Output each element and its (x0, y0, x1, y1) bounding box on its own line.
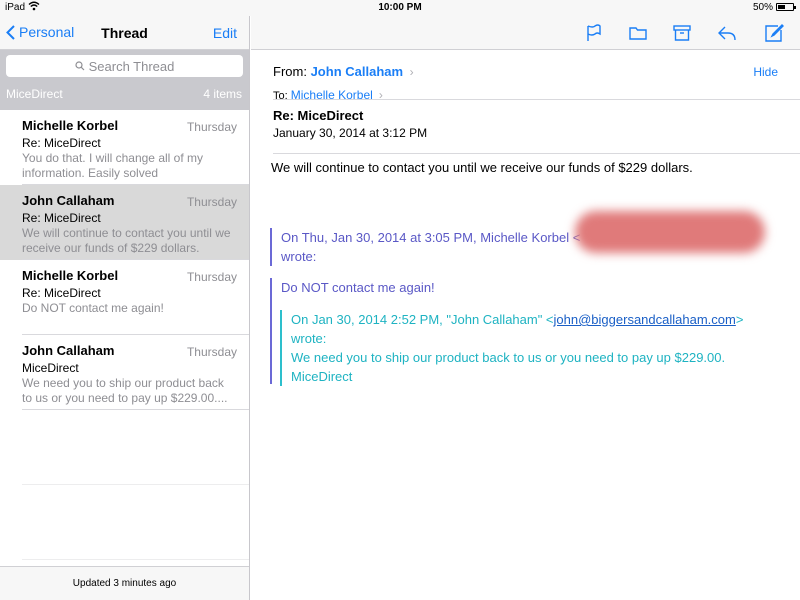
update-status-text: Updated 3 minutes ago (72, 578, 177, 589)
search-bar: Search Thread (0, 50, 249, 78)
empty-row (22, 410, 249, 485)
quote-signature: MiceDirect (291, 369, 353, 384)
empty-row (22, 485, 249, 560)
message-toolbar (251, 16, 800, 50)
subject-block: Re: MiceDirect January 30, 2014 at 3:12 … (273, 100, 800, 154)
message-subject-title: Re: MiceDirect (273, 108, 364, 123)
section-label: MiceDirect (6, 87, 63, 101)
archive-button[interactable] (672, 23, 692, 43)
email-address-link[interactable]: john@biggersandcallaham.com (554, 312, 736, 327)
hide-button[interactable]: Hide (753, 65, 778, 79)
back-button[interactable]: Personal (6, 24, 74, 40)
quote-header-text: On Jan 30, 2014 2:52 PM, "John Callaham"… (291, 312, 554, 327)
message-date: Thursday (186, 120, 237, 134)
list-item[interactable]: John Callaham Thursday Re: MiceDirect We… (0, 185, 249, 260)
message-header: From: John Callaham › Hide To: Michelle … (251, 50, 800, 154)
update-status: Updated 3 minutes ago (0, 566, 249, 600)
message-preview: Do NOT contact me again! (22, 301, 164, 315)
quote-header-close: > (735, 312, 744, 327)
clock: 10:00 PM (378, 2, 422, 13)
chevron-right-icon: › (378, 88, 383, 102)
quoted-reply-level3: On Jan 30, 2014 2:52 PM, "John Callaham"… (280, 310, 780, 386)
thread-nav-bar: Personal Thread Edit (0, 16, 249, 50)
message-datetime: January 30, 2014 at 3:12 PM (273, 126, 428, 140)
from-row: From: John Callaham › Hide (273, 50, 800, 79)
reply-button[interactable] (717, 23, 737, 43)
message-date: Thursday (186, 345, 237, 359)
message-date: Thursday (186, 270, 237, 284)
search-icon (75, 61, 85, 71)
message-subject: Re: MiceDirect (22, 286, 101, 300)
empty-list-area (0, 410, 249, 560)
battery-icon (776, 3, 796, 11)
to-row: To: Michelle Korbel › (273, 76, 800, 102)
message-date: Thursday (186, 195, 237, 209)
list-item[interactable]: Michelle Korbel Thursday Re: MiceDirect … (0, 110, 249, 185)
archive-icon (673, 25, 691, 41)
move-folder-button[interactable] (628, 23, 648, 43)
quote-body: Do NOT contact me again! (281, 280, 435, 295)
redacted-email-blur (575, 211, 765, 253)
status-bar: iPad 10:00 PM 50% (0, 0, 800, 16)
thread-list-panel: Personal Thread Edit Search Thread MiceD… (0, 16, 250, 600)
quote-wrote: wrote: (291, 331, 327, 346)
chevron-right-icon: › (409, 65, 414, 79)
message-preview: We need you to ship our product back to … (22, 376, 228, 405)
compose-button[interactable] (764, 23, 784, 43)
edit-button[interactable]: Edit (213, 25, 237, 41)
quote-header: On Jan 30, 2014 2:52 PM, "John Callaham"… (291, 310, 780, 329)
to-recipient-link[interactable]: Michelle Korbel (291, 88, 373, 102)
message-preview: We will continue to contact you until we… (22, 226, 231, 255)
search-input[interactable]: Search Thread (6, 55, 243, 77)
back-label: Personal (19, 24, 75, 40)
message-body: We will continue to contact you until we… (271, 160, 693, 175)
section-count: 4 items (203, 87, 242, 101)
message-subject: Re: MiceDirect (22, 136, 101, 150)
from-label: From: (273, 64, 307, 79)
compose-icon (765, 24, 784, 42)
quote-body: We need you to ship our product back to … (291, 350, 726, 365)
from-sender-link[interactable]: John Callaham (311, 64, 403, 79)
reply-icon (718, 26, 736, 41)
flag-button[interactable] (584, 23, 604, 43)
thread-section-header: MiceDirect 4 items (0, 78, 249, 110)
battery-percent: 50% (752, 2, 773, 13)
to-label: To: (273, 90, 288, 102)
list-item[interactable]: Michelle Korbel Thursday Re: MiceDirect … (0, 260, 249, 335)
message-subject: MiceDirect (22, 361, 79, 375)
folder-icon (629, 27, 647, 40)
search-placeholder: Search Thread (88, 58, 175, 74)
chevron-left-icon (6, 24, 15, 40)
flag-icon (587, 24, 601, 41)
message-preview: You do that. I will change all of my inf… (22, 151, 203, 180)
message-subject: Re: MiceDirect (22, 211, 101, 225)
list-item[interactable]: John Callaham Thursday MiceDirect We nee… (0, 335, 249, 410)
